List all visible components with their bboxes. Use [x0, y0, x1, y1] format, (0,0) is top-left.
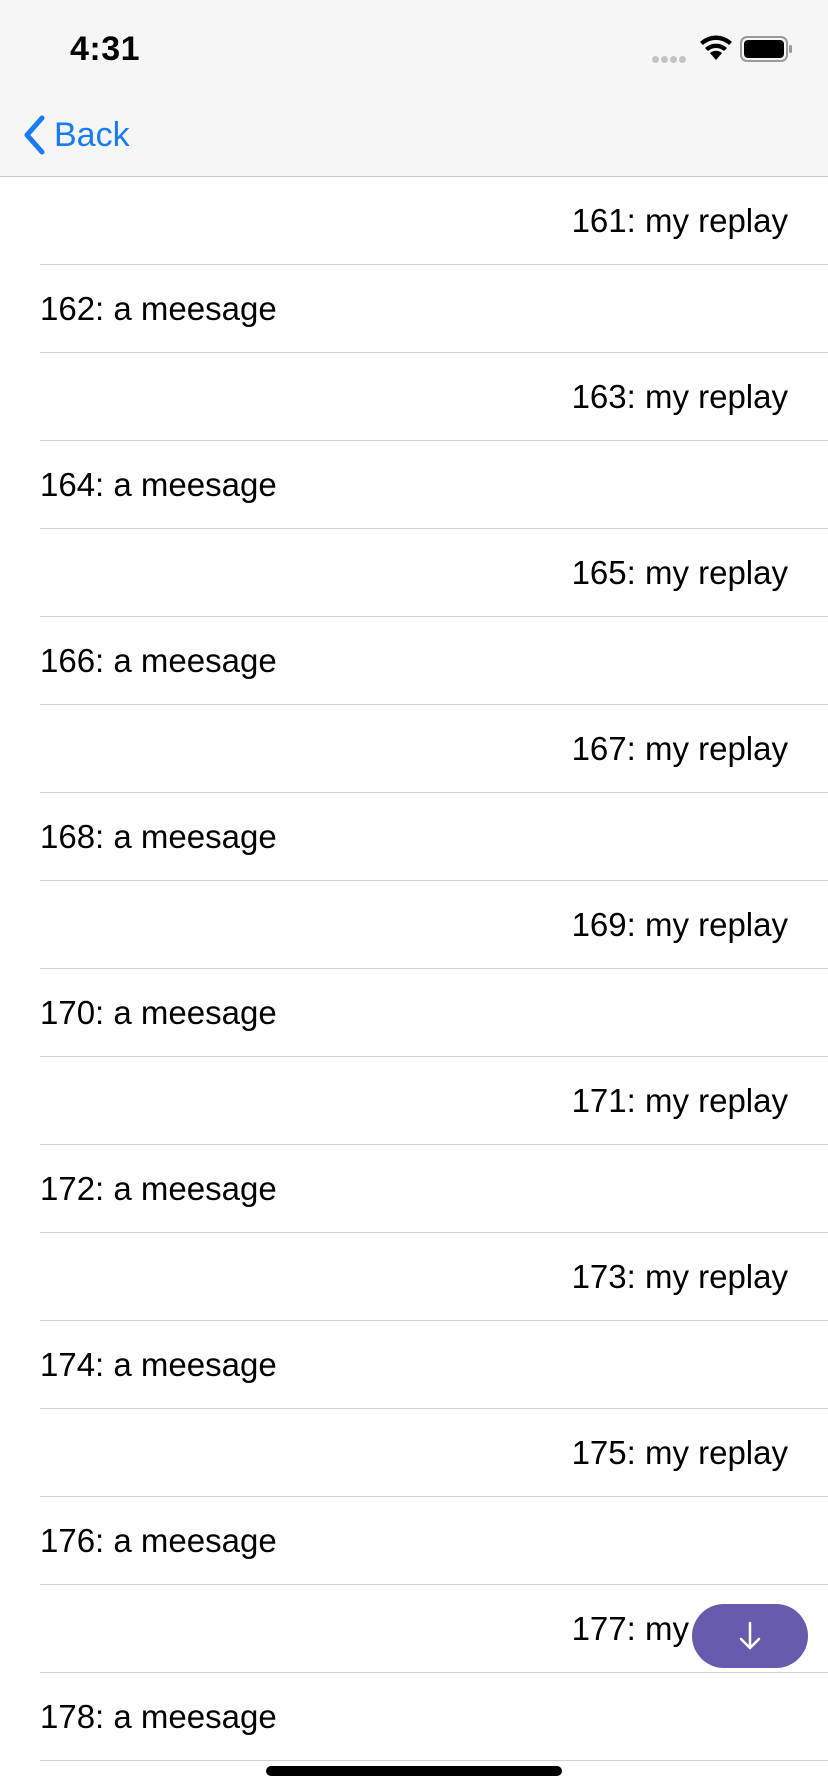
reply-text: 163: my replay: [571, 378, 788, 415]
reply-text: 161: my replay: [571, 202, 788, 239]
back-label: Back: [54, 115, 130, 154]
reply-text: 173: my replay: [571, 1258, 788, 1295]
message-list[interactable]: 161: my replay 162: a meesage 163: my repl…: [0, 177, 828, 1792]
message-text: 164: a meesage: [40, 466, 277, 503]
message-row[interactable]: 165: my replay: [0, 529, 828, 617]
cellular-signal-icon: [652, 50, 692, 63]
status-bar: 4:31: [0, 0, 828, 96]
message-row[interactable]: 173: my replay: [0, 1233, 828, 1321]
scroll-to-bottom-button[interactable]: [692, 1604, 808, 1668]
battery-icon: [740, 36, 792, 62]
message-text: 172: a meesage: [40, 1170, 277, 1207]
message-text: 166: a meesage: [40, 642, 277, 679]
message-row[interactable]: 176: a meesage: [0, 1497, 828, 1585]
message-row[interactable]: 170: a meesage: [0, 969, 828, 1057]
reply-text: 167: my replay: [571, 730, 788, 767]
message-row[interactable]: 161: my replay: [0, 177, 828, 265]
home-indicator: [266, 1766, 562, 1776]
message-row[interactable]: 162: a meesage: [0, 265, 828, 353]
message-text: 176: a meesage: [40, 1522, 277, 1559]
arrow-down-icon: [739, 1621, 761, 1650]
reply-text: 171: my replay: [571, 1082, 788, 1119]
chevron-left-icon: [24, 115, 45, 155]
message-row[interactable]: 172: a meesage: [0, 1145, 828, 1233]
status-time: 4:31: [70, 30, 141, 68]
message-row[interactable]: 166: a meesage: [0, 617, 828, 705]
message-row[interactable]: 163: my replay: [0, 353, 828, 441]
message-text: 178: a meesage: [40, 1698, 277, 1735]
reply-text: 165: my replay: [571, 554, 788, 591]
message-row[interactable]: 178: a meesage: [0, 1673, 828, 1761]
reply-text: 175: my replay: [571, 1434, 788, 1471]
message-row[interactable]: 169: my replay: [0, 881, 828, 969]
message-row[interactable]: 164: a meesage: [0, 441, 828, 529]
message-row[interactable]: 167: my replay: [0, 705, 828, 793]
reply-text: 179: my replay: [572, 1761, 788, 1792]
message-row[interactable]: 175: my replay: [0, 1409, 828, 1497]
message-text: 162: a meesage: [40, 290, 277, 327]
message-row[interactable]: 168: a meesage: [0, 793, 828, 881]
message-text: 170: a meesage: [40, 994, 277, 1031]
reply-text: 169: my replay: [571, 906, 788, 943]
navigation-bar: Back: [0, 96, 828, 177]
message-row[interactable]: 171: my replay: [0, 1057, 828, 1145]
message-text: 174: a meesage: [40, 1346, 277, 1383]
message-text: 168: a meesage: [40, 818, 277, 855]
back-button[interactable]: Back: [22, 110, 130, 160]
message-row[interactable]: 174: a meesage: [0, 1321, 828, 1409]
wifi-icon: [700, 35, 732, 60]
